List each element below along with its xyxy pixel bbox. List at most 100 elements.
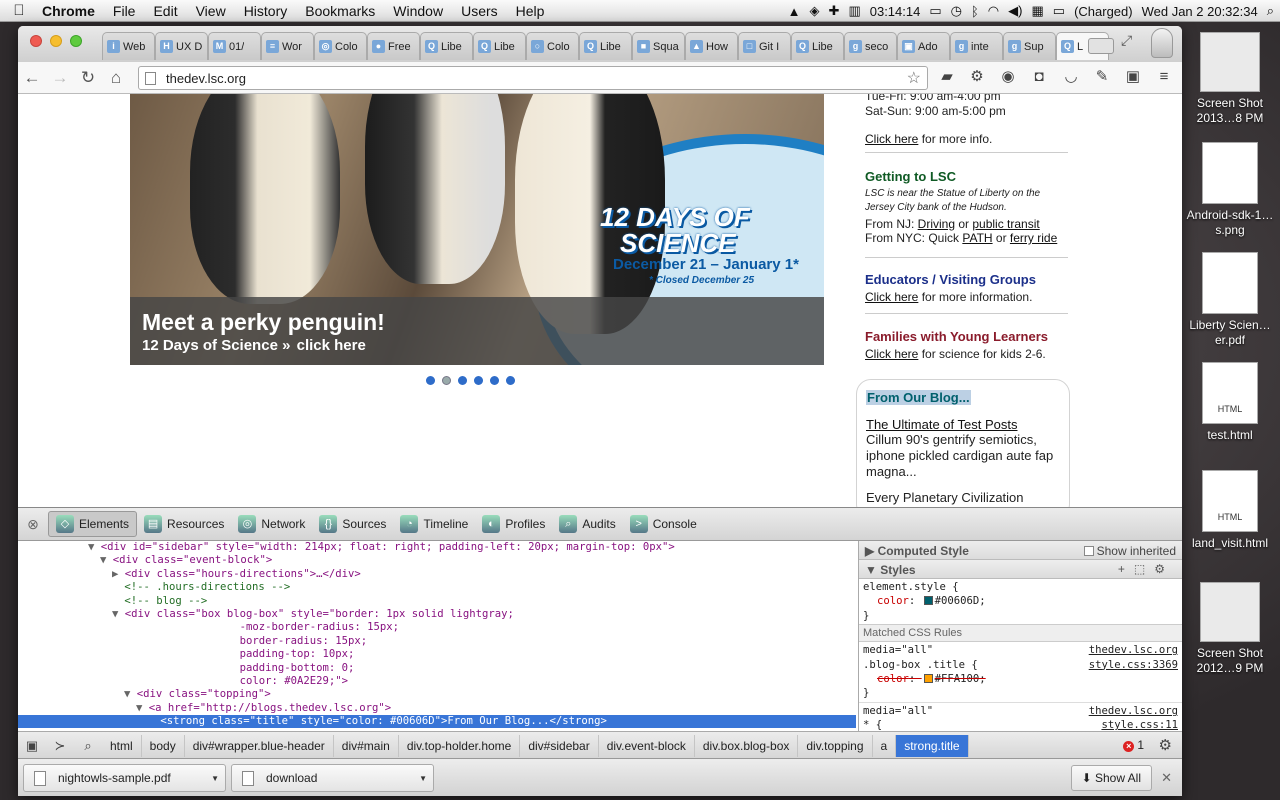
window-minimize-button[interactable] (50, 35, 62, 47)
breadcrumb-item[interactable]: div.box.blog-box (695, 734, 799, 757)
dom-node[interactable]: <!-- .hours-directions --> (18, 581, 856, 594)
extension-folder-icon[interactable]: ▰ (936, 66, 958, 88)
volume-icon[interactable]: ◀) (1008, 3, 1022, 19)
browser-tab[interactable]: H UX D (155, 32, 208, 60)
menu-help[interactable]: Help (507, 3, 554, 19)
tab-timeline[interactable]: ◔ Timeline (393, 511, 475, 537)
dom-node[interactable]: ▶ <div class="hours-directions">…</div> (18, 568, 856, 581)
menu-window[interactable]: Window (384, 3, 452, 19)
battery-status[interactable]: (Charged) (1074, 4, 1133, 19)
breadcrumb-item[interactable]: div#sidebar (520, 734, 599, 757)
console-drawer-icon[interactable]: ≻ (46, 738, 74, 754)
download-item[interactable]: nightowls-sample.pdf ▼ (23, 764, 226, 792)
bookmark-star-icon[interactable]: ☆ (907, 68, 921, 88)
color-swatch[interactable] (923, 596, 933, 606)
bluetooth-icon[interactable]: ᛒ (971, 4, 979, 19)
overridden-prop[interactable]: color: #FFA100; (863, 672, 1178, 686)
menu-users[interactable]: Users (452, 3, 507, 19)
menubar-clock[interactable]: Wed Jan 2 20:32:34 (1142, 4, 1258, 19)
extension-camera-icon[interactable]: ◘ (1028, 66, 1050, 88)
extension-pocket-icon[interactable]: ◡ (1060, 66, 1082, 88)
browser-tab[interactable]: i Web (102, 32, 155, 60)
address-bar[interactable]: thedev.lsc.org ☆ (138, 66, 928, 90)
drive-icon[interactable]: ▲ (788, 4, 801, 19)
more-info-link[interactable]: Click here (865, 132, 918, 146)
dom-node[interactable]: ▼ <div class="box blog-box" style="borde… (18, 608, 856, 621)
dom-node[interactable]: ▼ <div id="sidebar" style="width: 214px;… (18, 541, 856, 554)
menu-history[interactable]: History (235, 3, 297, 19)
slide-dot[interactable] (490, 376, 499, 385)
tab-resources[interactable]: ▤ Resources (137, 511, 231, 537)
tab-sources[interactable]: {} Sources (312, 511, 393, 537)
color-swatch[interactable] (923, 674, 933, 684)
families-link[interactable]: Click here (865, 347, 918, 361)
devtools-close-icon[interactable]: ⊗ (18, 516, 48, 533)
download-menu-arrow-icon[interactable]: ▼ (419, 774, 427, 783)
extension-puzzle-icon[interactable]: ✎ (1091, 66, 1113, 88)
breadcrumb-item[interactable]: div.top-holder.home (399, 734, 521, 757)
browser-tab[interactable]: Q Libe (579, 32, 632, 60)
hero-banner[interactable]: 12 DAYS OF SCIENCE December 21 – January… (130, 94, 824, 365)
dom-node[interactable]: ▼ <div class="event-block"> (18, 554, 856, 567)
menu-view[interactable]: View (187, 3, 235, 19)
timer-text[interactable]: 03:14:14 (870, 4, 921, 19)
tab-elements[interactable]: ◇ Elements (48, 511, 138, 537)
blog-post-2[interactable]: Every Planetary Civilization (866, 490, 1060, 505)
browser-tab[interactable]: g inte (950, 32, 1003, 60)
menu-app-chrome[interactable]: Chrome (38, 3, 104, 19)
browser-tab[interactable]: g seco (844, 32, 897, 60)
error-count[interactable]: × 1 (1123, 738, 1144, 752)
browser-tab[interactable]: g Sup (1003, 32, 1056, 60)
computed-style-header[interactable]: ▶ Computed Style Show inherited (859, 541, 1182, 560)
dock-icon[interactable]: ▣ (18, 738, 46, 754)
dom-node-selected[interactable]: <strong class="title" style="color: #006… (18, 715, 856, 729)
browser-tab[interactable]: ▲ How (685, 32, 738, 60)
add-rule-icon[interactable]: + (1118, 562, 1134, 576)
public-transit-link[interactable]: public transit (972, 217, 1039, 231)
new-tab-button[interactable] (1088, 38, 1114, 54)
desktop-icon-liberty-pdf[interactable]: Liberty Scien…er.pdf (1186, 252, 1274, 348)
browser-tab[interactable]: Q Libe (791, 32, 844, 60)
collapse-arrow-icon[interactable]: ▼ (112, 608, 118, 620)
inspect-search-icon[interactable]: ⌕ (74, 738, 102, 754)
show-inherited-checkbox[interactable]: Show inherited (1083, 544, 1176, 558)
tab-profiles[interactable]: ◐ Profiles (475, 511, 552, 537)
back-icon[interactable]: ← (18, 68, 46, 88)
browser-tab[interactable]: ○ Colo (526, 32, 579, 60)
element-style-prop[interactable]: color: #00606D; (863, 594, 1178, 608)
rule-source-link[interactable]: thedev.lsc.org (1089, 704, 1178, 718)
browser-tab[interactable]: ▣ Ado (897, 32, 950, 60)
checkbox-icon[interactable] (1083, 546, 1094, 556)
rule-source-link[interactable]: thedev.lsc.org (1089, 643, 1178, 657)
expand-arrow-icon[interactable]: ▶ (112, 568, 118, 580)
show-all-downloads-button[interactable]: ⬇ Show All (1070, 765, 1152, 791)
styles-gear-icon[interactable]: ⚙ (1154, 562, 1174, 576)
desktop-icon-screenshot-2012[interactable]: Screen Shot 2012…9 PM (1186, 582, 1274, 676)
collapse-arrow-icon[interactable]: ▼ (88, 541, 94, 553)
spotlight-icon[interactable]: ⌕ (1267, 3, 1274, 19)
browser-tab[interactable]: □ Git I (738, 32, 791, 60)
desktop-icon-screenshot-2013[interactable]: Screen Shot 2013…8 PM (1186, 32, 1274, 126)
blog-title[interactable]: From Our Blog... (866, 390, 971, 405)
breadcrumb-item[interactable]: html (102, 734, 142, 757)
styles-header[interactable]: ▼ Styles +⬚⚙ (859, 560, 1182, 579)
slide-dot[interactable] (458, 376, 467, 385)
menu-file[interactable]: File (104, 3, 145, 19)
element-state-icon[interactable]: ⬚ (1134, 562, 1154, 576)
extension-screen-icon[interactable]: ▣ (1122, 66, 1144, 88)
download-item[interactable]: download ▼ (231, 764, 434, 792)
breadcrumb-item[interactable]: a (873, 734, 897, 757)
slide-dot[interactable] (474, 376, 483, 385)
profile-avatar[interactable] (1151, 28, 1173, 58)
browser-tab[interactable]: Q Libe (473, 32, 526, 60)
breadcrumb-item[interactable]: div.topping (798, 734, 873, 757)
dom-node[interactable]: <!-- blog --> (18, 595, 856, 608)
fullscreen-icon[interactable]: ⤢ (1121, 32, 1132, 49)
home-icon[interactable]: ⌂ (102, 68, 130, 88)
devtools-settings-gear-icon[interactable]: ⚙ (1159, 736, 1172, 754)
breadcrumb-item[interactable]: strong.title (896, 734, 969, 757)
dom-node[interactable]: border-radius: 15px; (18, 635, 856, 648)
browser-tab[interactable]: ◎ Colo (314, 32, 367, 60)
time-machine-icon[interactable]: ◷ (951, 3, 962, 19)
path-link[interactable]: PATH (962, 231, 992, 245)
